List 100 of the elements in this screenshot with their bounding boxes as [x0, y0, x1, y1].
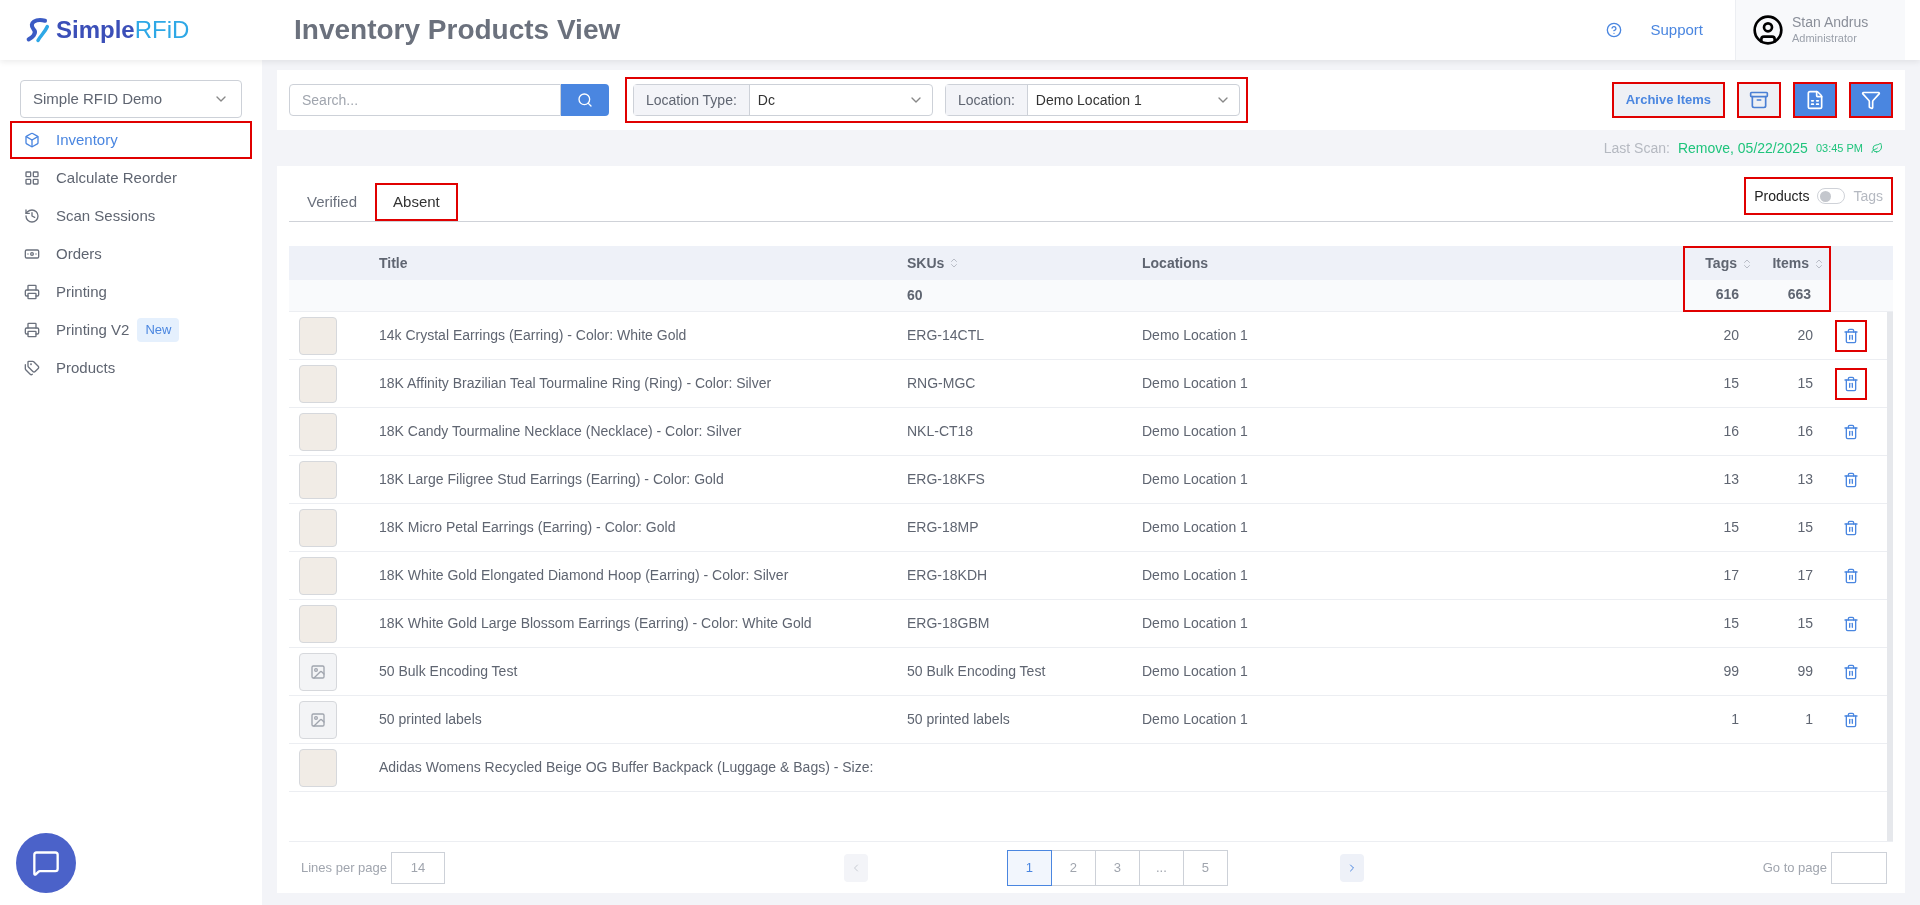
- column-header[interactable]: SKUs: [907, 252, 961, 274]
- account-select[interactable]: Simple RFID Demo: [20, 80, 242, 118]
- sidebar-item[interactable]: Calculate Reorder: [10, 159, 252, 197]
- product-title[interactable]: Adidas Womens Recycled Beige OG Buffer Backpack (Luggage & Bags) - Size:: [379, 757, 907, 778]
- product-photo: [299, 460, 337, 499]
- sku-cell-text: ERG-14CTL: [907, 326, 986, 345]
- product-title[interactable]: 14k Crystal Earrings (Earring) - Color: White Gold: [379, 325, 907, 346]
- tags-cell-text: 20: [1722, 326, 1740, 345]
- trash-icon: [1843, 375, 1859, 392]
- filter-button[interactable]: [1849, 82, 1893, 118]
- product-title[interactable]: 18K Affinity Brazilian Teal Tourmaline Ring (Ring) - Color: Silver: [379, 373, 907, 394]
- sort-icon: [1813, 257, 1825, 270]
- sku-total: 60: [907, 286, 924, 305]
- product-photo: [299, 508, 337, 547]
- sidebar-item[interactable]: Printing V2 New: [10, 311, 252, 349]
- tags-total: 616: [1714, 285, 1740, 305]
- location-select[interactable]: Location: Demo Location 1: [945, 84, 1240, 116]
- column-header: Locations: [1142, 253, 1209, 273]
- lines-per-page-label: Lines per page: [301, 858, 387, 877]
- filter-icon: [1861, 90, 1881, 110]
- leaf-icon: [1871, 142, 1883, 154]
- product-title[interactable]: 18K White Gold Large Blossom Earrings (Earring) - Color: White Gold: [379, 613, 907, 634]
- last-scan-time: 03:45 PM: [1815, 140, 1863, 156]
- image-icon: [310, 711, 326, 728]
- sort-icon: [1741, 257, 1753, 270]
- sidebar-label: Printing V2: [56, 319, 130, 340]
- go-to-page-field[interactable]: [1831, 851, 1887, 884]
- product-photo: [299, 316, 337, 355]
- location-cell-text: Demo Location 1: [1142, 374, 1249, 393]
- support-link[interactable]: Support: [1650, 18, 1703, 42]
- product-title[interactable]: 18K White Gold Elongated Diamond Hoop (Earring) - Color: Silver: [379, 565, 907, 586]
- user-role: Administrator: [1792, 31, 1858, 46]
- product-title[interactable]: 18K Micro Petal Earrings (Earring) - Color: Gold: [379, 517, 907, 538]
- sku-cell-text: ERG-18GBM: [907, 614, 991, 633]
- chat-button[interactable]: [16, 833, 76, 893]
- sku-cell-text: ERG-18MP: [907, 518, 980, 537]
- location-cell-text: Demo Location 1: [1142, 422, 1249, 441]
- user-panel[interactable]: Stan Andrus Administrator: [1735, 0, 1905, 60]
- column-header[interactable]: Tags: [1705, 253, 1753, 275]
- sidebar-label: Products: [56, 357, 116, 378]
- sku-cell-text: 50 Bulk Encoding Test: [907, 662, 1047, 681]
- product-title[interactable]: 18K Candy Tourmaline Necklace (Necklace) - Color: Silver: [379, 421, 907, 442]
- trash-icon: [1843, 663, 1859, 680]
- printer-icon: [24, 284, 40, 300]
- delete-button[interactable]: [1835, 367, 1867, 400]
- product-photo: [299, 364, 337, 403]
- items-cell-text: 99: [1796, 662, 1814, 681]
- sidebar-item[interactable]: Orders: [10, 235, 252, 273]
- sidebar-item[interactable]: Scan Sessions: [10, 197, 252, 235]
- archive-button[interactable]: [1737, 82, 1781, 118]
- sidebar-item[interactable]: Inventory: [10, 121, 252, 159]
- tags-cell-text: 15: [1722, 614, 1740, 633]
- product-title[interactable]: 18K Large Filigree Stud Earrings (Earring) - Color: Gold: [379, 469, 907, 490]
- sidebar-label: Orders: [56, 243, 102, 264]
- location-cell-text: Demo Location 1: [1142, 518, 1249, 537]
- location-cell-text: Demo Location 1: [1142, 662, 1249, 681]
- grid-icon: [24, 170, 40, 186]
- location-cell-text: Demo Location 1: [1142, 326, 1249, 345]
- search-field[interactable]: Search...: [289, 84, 561, 116]
- search-button[interactable]: [561, 84, 609, 116]
- select-value: Demo Location 1: [1034, 90, 1143, 110]
- product-title[interactable]: 50 Bulk Encoding Test: [379, 661, 907, 682]
- column-header[interactable]: Items: [1772, 253, 1825, 275]
- view-toggle[interactable]: Products Tags: [1744, 177, 1893, 215]
- tags-cell-text: 15: [1722, 374, 1740, 393]
- select-label: Location:: [946, 85, 1028, 115]
- toggle-label: Products: [1754, 186, 1810, 206]
- tab[interactable]: Absent: [375, 183, 458, 221]
- product-photo: [299, 748, 337, 787]
- product-title[interactable]: 50 printed labels: [379, 709, 907, 730]
- sidebar-item[interactable]: Printing: [10, 273, 252, 311]
- go-to-page-label: Go to page: [1762, 858, 1827, 877]
- archive-items-button[interactable]: Archive Items: [1611, 82, 1725, 118]
- last-scan-value: Remove, 05/22/2025: [1677, 138, 1808, 158]
- items-cell-text: 16: [1796, 422, 1814, 441]
- location-cell-text: Demo Location 1: [1142, 470, 1249, 489]
- location-select[interactable]: Location Type: Dc: [633, 84, 933, 116]
- brand-name: SimpleRFiD: [56, 15, 190, 45]
- trash-icon: [1843, 519, 1859, 536]
- column-header: Title: [379, 253, 408, 273]
- history-icon: [24, 208, 40, 224]
- tab[interactable]: Verified: [289, 183, 376, 221]
- page-button[interactable]: 1: [1006, 849, 1052, 886]
- items-cell-text: 17: [1796, 566, 1814, 585]
- delete-button[interactable]: [1835, 319, 1867, 352]
- search-icon: [577, 92, 593, 108]
- location-cell-text: Demo Location 1: [1142, 710, 1249, 729]
- spreadsheet-button[interactable]: [1793, 82, 1837, 118]
- sku-cell-text: 50 printed labels: [907, 710, 1011, 729]
- trash-icon: [1843, 711, 1859, 728]
- items-cell-text: 15: [1796, 374, 1814, 393]
- spreadsheet-icon: [1805, 90, 1825, 110]
- tags-cell-text: 17: [1722, 566, 1740, 585]
- items-cell-text: 20: [1796, 326, 1814, 345]
- trash-icon: [1843, 327, 1859, 344]
- sidebar-item[interactable]: Products: [10, 349, 252, 387]
- product-photo: [299, 604, 337, 643]
- help-icon[interactable]: [1606, 22, 1623, 38]
- trash-icon: [1843, 615, 1859, 632]
- trash-icon: [1843, 567, 1859, 584]
